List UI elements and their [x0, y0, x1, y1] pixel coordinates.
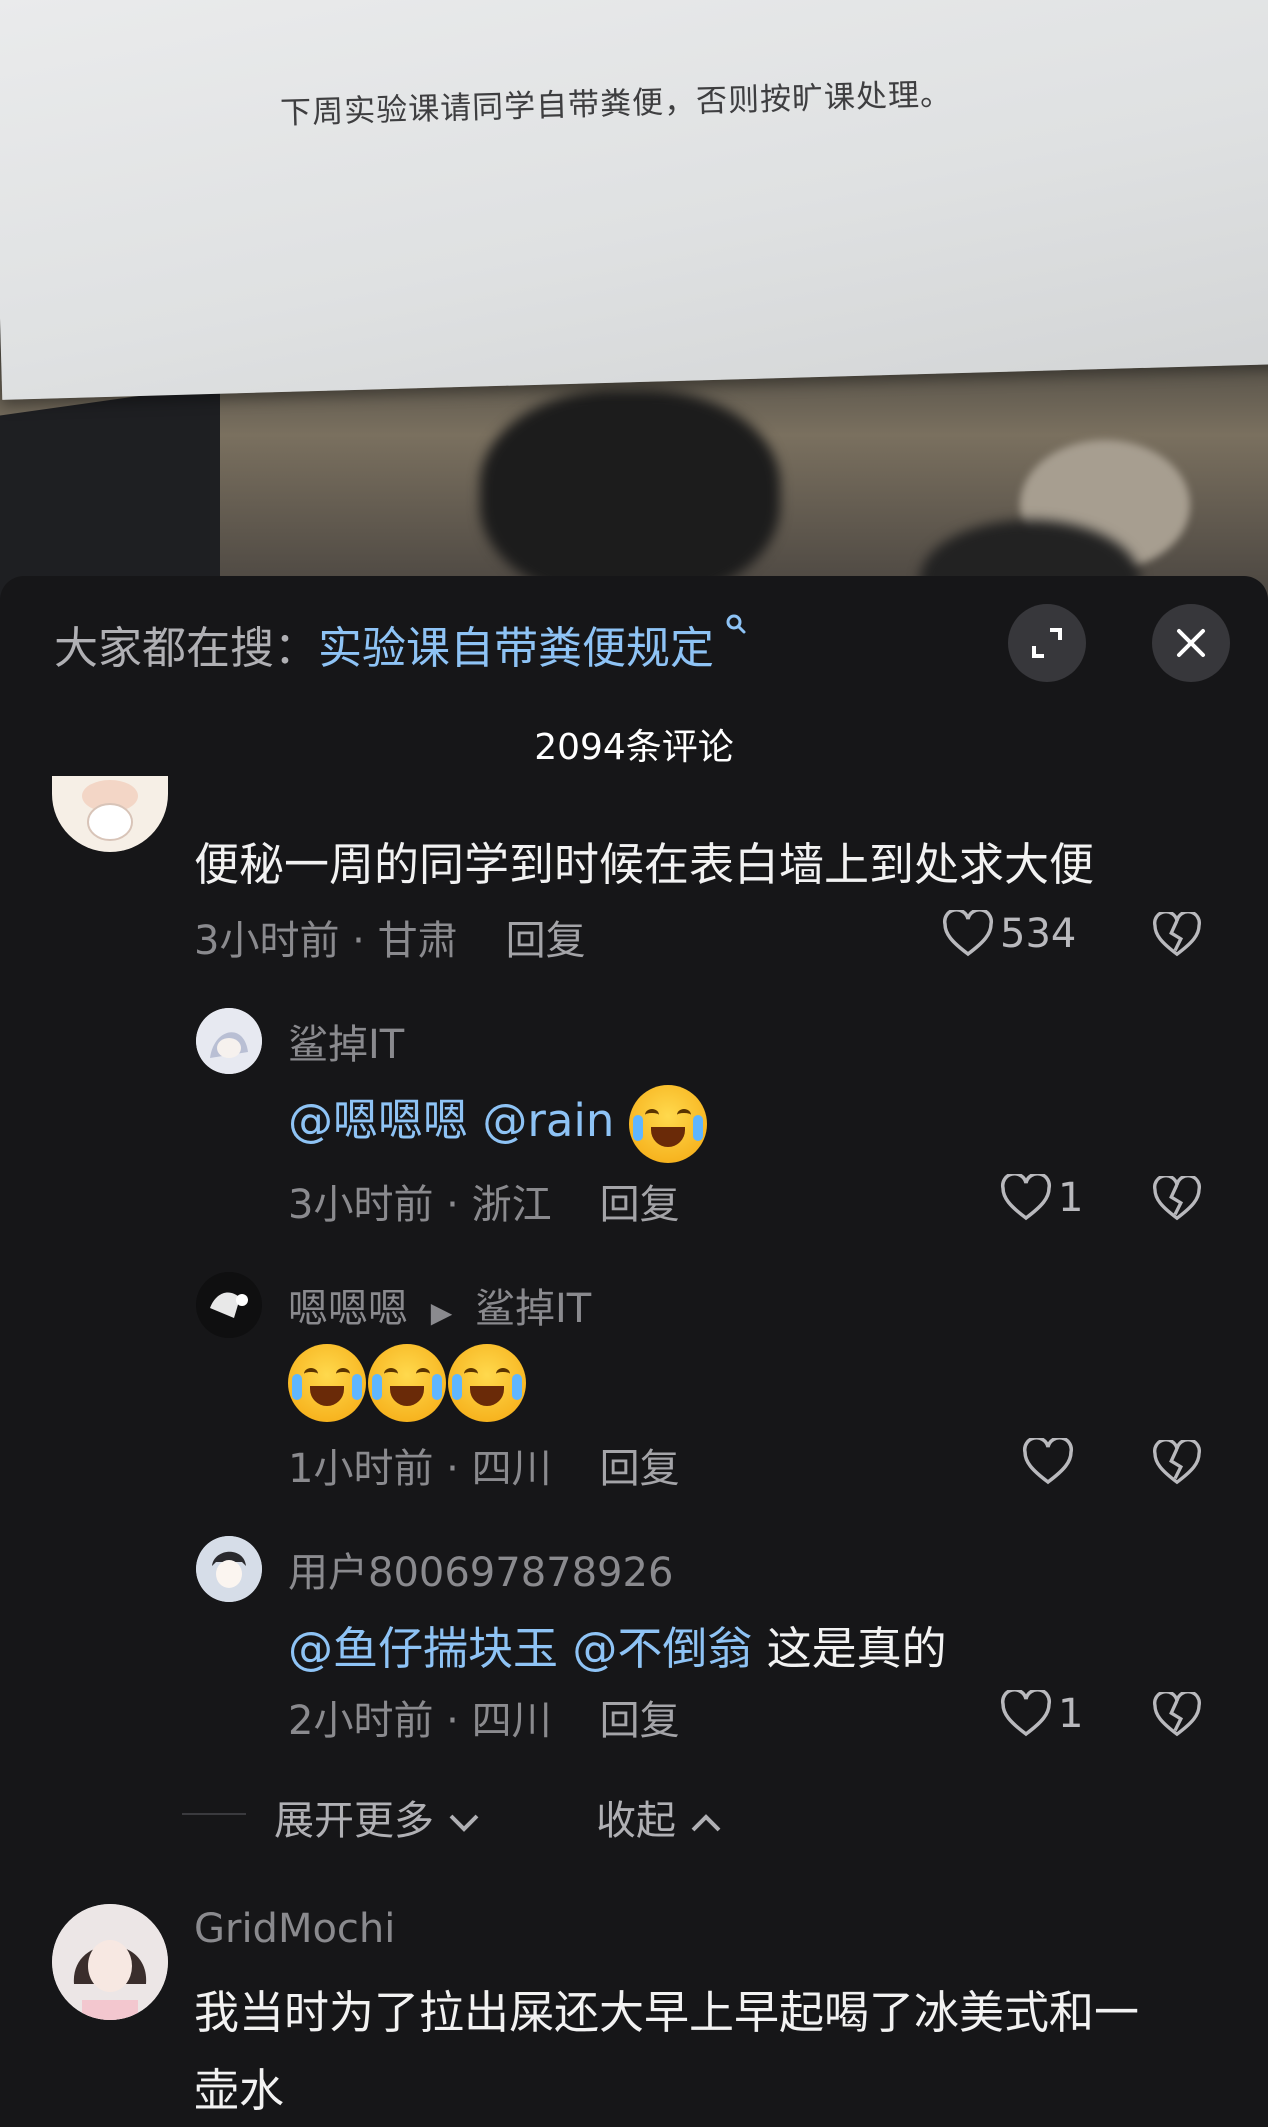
- crying-laughing-emoji: [288, 1344, 366, 1422]
- comments-panel: 大家都在搜：实验课自带粪便规定 2094条评论 便秘一周的同学到时候在表白墙上到…: [0, 576, 1268, 2127]
- like-button[interactable]: 1: [1000, 1690, 1083, 1738]
- photo-object: [480, 390, 780, 600]
- username[interactable]: 嗯嗯嗯: [288, 1286, 408, 1332]
- comment-emojis: [288, 1344, 528, 1422]
- close-icon: [1177, 629, 1205, 657]
- comment-time: 2小时前: [288, 1698, 434, 1744]
- crying-laughing-emoji: [448, 1344, 526, 1422]
- dislike-heart-icon: [1153, 1438, 1201, 1485]
- expand-more-label: 展开更多: [274, 1798, 434, 1844]
- comment-time: 3小时前: [194, 918, 340, 964]
- dislike-button[interactable]: [1152, 1174, 1202, 1226]
- comments-count: 2094条评论: [534, 727, 734, 768]
- play-arrow-icon: ▶: [430, 1296, 453, 1329]
- like-count: 1: [1058, 1691, 1084, 1737]
- search-icon: [716, 613, 748, 643]
- dislike-heart-icon: [1153, 1174, 1201, 1221]
- comment-time: 1小时前: [288, 1446, 434, 1492]
- like-button[interactable]: 1: [1000, 1174, 1083, 1222]
- comment-meta: 3小时前 · 浙江 回复: [288, 1182, 680, 1228]
- expand-icon: [1032, 628, 1062, 658]
- crying-laughing-emoji: [628, 1085, 707, 1163]
- avatar[interactable]: [196, 1272, 262, 1338]
- dislike-button[interactable]: [1152, 1438, 1202, 1490]
- dislike-heart-icon: [1153, 910, 1201, 957]
- comment-text: @鱼仔揣块玉 @不倒翁 这是真的: [288, 1612, 947, 1677]
- collapse-label: 收起: [596, 1798, 676, 1844]
- comment-username[interactable]: 鲨掉IT: [288, 1012, 404, 1070]
- close-button[interactable]: [1152, 604, 1230, 682]
- search-term[interactable]: 实验课自带粪便规定: [318, 623, 714, 674]
- heart-icon: [1000, 1690, 1052, 1737]
- dislike-heart-icon: [1153, 1690, 1201, 1737]
- mention-link[interactable]: @鱼仔揣块玉: [288, 1622, 558, 1675]
- comment-location: 甘肃: [377, 918, 458, 964]
- avatar[interactable]: [196, 1536, 262, 1602]
- photo-dark-area: [0, 384, 220, 600]
- mention-link[interactable]: @嗯嗯嗯: [288, 1094, 468, 1147]
- comment-text-line: 壶水: [194, 2064, 285, 2117]
- chevron-up-icon: [691, 1814, 721, 1832]
- reply-to-username[interactable]: 鲨掉IT: [475, 1286, 591, 1332]
- comment-meta: 2小时前 · 四川 回复: [288, 1698, 680, 1744]
- comment-text-line: 我当时为了拉出屎还大早上早起喝了冰美式和一: [194, 1986, 1140, 2039]
- comment-text: 便秘一周的同学到时候在表白墙上到处求大便: [194, 838, 1095, 891]
- search-prefix: 大家都在搜：: [54, 623, 318, 674]
- comment-text: @嗯嗯嗯 @rain: [288, 1084, 709, 1163]
- like-button[interactable]: 534: [942, 910, 1076, 958]
- collapse-button[interactable]: 收起: [596, 1788, 723, 1846]
- dislike-button[interactable]: [1152, 1690, 1202, 1742]
- like-button[interactable]: [1022, 1438, 1080, 1486]
- avatar[interactable]: [52, 776, 168, 852]
- dislike-button[interactable]: [1152, 910, 1202, 962]
- reply-button[interactable]: 回复: [600, 1698, 680, 1744]
- comment-username[interactable]: 嗯嗯嗯 ▶ 鲨掉IT: [288, 1276, 591, 1334]
- expand-more-button[interactable]: 展开更多: [274, 1788, 481, 1846]
- comment-location: 四川: [471, 1446, 552, 1492]
- heart-icon: [942, 910, 994, 957]
- comment-time: 3小时前: [288, 1182, 434, 1228]
- comment-location: 四川: [471, 1698, 552, 1744]
- reply-button[interactable]: 回复: [600, 1446, 680, 1492]
- comment-location: 浙江: [471, 1182, 552, 1228]
- comment-meta: 3小时前 · 甘肃 回复: [194, 918, 586, 964]
- comment-username[interactable]: 用户800697878926: [288, 1540, 673, 1598]
- avatar[interactable]: [52, 1904, 168, 2020]
- post-photo: 下周实验课请同学自带粪便，否则按旷课处理。: [0, 0, 1268, 600]
- expand-button[interactable]: [1008, 604, 1086, 682]
- chevron-down-icon: [449, 1814, 479, 1832]
- divider: [182, 1813, 246, 1815]
- like-count: 534: [1000, 911, 1077, 957]
- comment-body: 这是真的: [766, 1622, 947, 1675]
- search-suggestion[interactable]: 大家都在搜：实验课自带粪便规定: [54, 612, 748, 676]
- heart-icon: [1022, 1438, 1074, 1485]
- avatar[interactable]: [196, 1008, 262, 1074]
- reply-button[interactable]: 回复: [600, 1182, 680, 1228]
- heart-icon: [1000, 1174, 1052, 1221]
- comment-username[interactable]: GridMochi: [194, 1906, 395, 1952]
- photo-paper: [0, 0, 1268, 400]
- reply-button[interactable]: 回复: [506, 918, 586, 964]
- mention-link[interactable]: @rain: [482, 1094, 614, 1147]
- crying-laughing-emoji: [368, 1344, 446, 1422]
- comment-meta: 1小时前 · 四川 回复: [288, 1446, 680, 1492]
- like-count: 1: [1058, 1175, 1084, 1221]
- mention-link[interactable]: @不倒翁: [572, 1622, 752, 1675]
